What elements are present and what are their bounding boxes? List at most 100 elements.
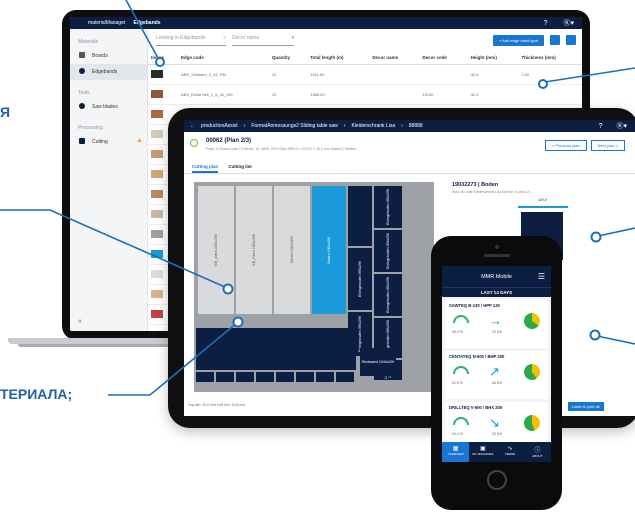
phone-tab-label: OVERVIEW bbox=[447, 452, 464, 456]
cut-piece[interactable]: Einlegeboden 396x296 bbox=[374, 186, 402, 228]
plan-navigation: < Previous plan Next plan > bbox=[544, 140, 625, 151]
hamburger-menu-icon[interactable]: ☰ bbox=[538, 272, 545, 281]
table-cell: 10 bbox=[268, 84, 308, 105]
sidebar-item-label: Edgebands bbox=[92, 69, 118, 75]
phone-tab[interactable]: ▣ MY MACHINES bbox=[469, 442, 496, 462]
cut-piece-label: Einlegeboden 396x296 bbox=[358, 316, 362, 352]
cut-piece[interactable]: Rückwand 1044x100 bbox=[360, 348, 396, 376]
phone-screen: MMR Mobile ☰ LAST 14 DAYS SAWTEQ B-130 /… bbox=[442, 266, 551, 462]
user-menu-icon[interactable]: Ⓚ▾ bbox=[616, 121, 627, 131]
help-icon[interactable]: ? bbox=[544, 20, 548, 27]
breadcrumb: Edgebands bbox=[133, 20, 161, 26]
user-menu-icon[interactable]: Ⓚ▾ bbox=[563, 18, 574, 28]
label-print-button[interactable]: Label & print all bbox=[568, 402, 604, 411]
machine-card[interactable]: SAWTEQ B-130 / HPP 130 65.9 % → 24.5/h bbox=[445, 300, 548, 348]
dimension-label: 429,5 bbox=[538, 198, 547, 202]
back-icon[interactable]: ← bbox=[190, 123, 195, 129]
edgeband-swatch bbox=[151, 210, 163, 218]
previous-plan-button[interactable]: < Previous plan bbox=[544, 140, 587, 151]
phone-tab[interactable]: ▦ OVERVIEW bbox=[442, 442, 470, 462]
gauge-icon bbox=[453, 315, 469, 323]
column-header[interactable]: Decor code bbox=[419, 51, 468, 65]
edgeband-swatch bbox=[151, 230, 163, 238]
phone-tab[interactable]: ∿ TREND bbox=[497, 442, 524, 462]
help-icon[interactable]: ? bbox=[599, 123, 603, 130]
offcut-strip bbox=[256, 372, 274, 382]
cut-piece[interactable]: Einlegeboden 396x296 bbox=[374, 230, 402, 272]
cell-image bbox=[148, 64, 178, 85]
breadcrumb-1[interactable]: FormatAnmessungs2 Sliding table saw bbox=[251, 123, 337, 129]
table-cell bbox=[369, 64, 420, 85]
table-row[interactable]: ABS_Schwarz_2_42_PM 10 1145,00 42,0 2,00 bbox=[148, 64, 582, 85]
column-header[interactable]: Decor name bbox=[369, 51, 420, 65]
status-ok-icon bbox=[190, 139, 198, 147]
sidebar-item-boards[interactable]: Boards bbox=[70, 48, 147, 64]
laptop-sidebar: Materials Boards Edgebands Tools Saw bla… bbox=[70, 29, 148, 331]
cut-piece[interactable]: Deckel 1664x396 bbox=[274, 186, 310, 314]
cutting-board: KB_unten 1664x396 KB_Oben 1664x396 Deckel … bbox=[194, 182, 434, 392]
edgeband-swatch bbox=[151, 290, 163, 298]
next-plan-button[interactable]: Next plan > bbox=[590, 140, 625, 151]
cut-piece[interactable] bbox=[348, 186, 372, 246]
cut-piece[interactable]: KB_Oben 1664x396 bbox=[236, 186, 272, 314]
column-header[interactable]: Edge code bbox=[177, 51, 269, 65]
board-icon bbox=[79, 52, 85, 58]
pie-chart-icon bbox=[524, 415, 540, 431]
machine-card[interactable]: CENTATEQ N-600 / BHP 200 62.5 % ↗ 66.6/h bbox=[445, 351, 548, 399]
phone-title: MMR Mobile bbox=[481, 273, 512, 280]
breadcrumb-0[interactable]: productionAssist bbox=[201, 123, 238, 129]
sidebar-item-saw-blades[interactable]: Saw blades bbox=[70, 99, 147, 115]
info-button[interactable] bbox=[550, 35, 560, 45]
table-row[interactable]: ABS_Eiche hell_1_5_42_HM 10 1380,00 43130 42… bbox=[148, 84, 582, 105]
laptop-topbar: materialManager Edgebands ? Ⓚ▾ bbox=[70, 17, 582, 29]
column-header[interactable]: Thickness (mm) bbox=[518, 51, 582, 65]
tab-cutting-plan[interactable]: Cutting plan bbox=[192, 164, 219, 173]
edgeband-swatch bbox=[151, 130, 163, 138]
column-header[interactable]: Total length (m) bbox=[307, 51, 370, 65]
offcut-strip bbox=[196, 372, 214, 382]
add-edgeband-button[interactable]: + Add edge band type bbox=[492, 34, 544, 46]
table-cell: ABS_Eiche hell_1_5_42_HM bbox=[177, 84, 269, 105]
edgeband-icon bbox=[79, 68, 85, 74]
edgeband-swatch bbox=[151, 170, 163, 178]
search-input[interactable]: Looking in Edgebands ⌕ bbox=[156, 35, 226, 46]
side-text-2: ТЕРИАЛА; bbox=[0, 386, 73, 402]
breadcrumb-2[interactable]: Kleiderschrank Lisa bbox=[351, 123, 395, 129]
settings-button[interactable] bbox=[566, 35, 576, 45]
period-selector[interactable]: LAST 14 DAYS bbox=[442, 287, 551, 297]
cutting-icon bbox=[79, 138, 85, 144]
warning-icon: ▲ bbox=[136, 137, 143, 144]
cut-piece-label: KB_Oben 1664x396 bbox=[252, 234, 256, 266]
cut-piece-label: KB_unten 1664x396 bbox=[214, 234, 218, 266]
gauge-icon bbox=[453, 417, 469, 425]
trend-arrow-icon: → bbox=[489, 313, 502, 328]
chevron-down-icon: ▾ bbox=[291, 34, 294, 41]
offcut-strip bbox=[336, 372, 354, 382]
sidebar-item-label: Boards bbox=[92, 53, 108, 59]
gauge-value: 44.9 % bbox=[452, 432, 463, 436]
cut-piece[interactable]: Boden 1664x396 bbox=[312, 186, 346, 314]
column-header[interactable]: Height (mm) bbox=[467, 51, 519, 65]
cut-piece[interactable] bbox=[196, 328, 356, 370]
phone-tab[interactable]: ⓘ ABOUT bbox=[524, 442, 551, 462]
cut-piece-label: Einlegeboden 396x296 bbox=[386, 189, 390, 225]
trend-icon: ∿ bbox=[507, 446, 513, 452]
collapse-sidebar-icon[interactable]: « bbox=[78, 318, 82, 325]
cut-piece-label: Deckel 1664x396 bbox=[290, 236, 294, 264]
column-header[interactable]: Image bbox=[148, 51, 178, 65]
cut-piece[interactable]: Einlegeboden 396x296 bbox=[348, 248, 372, 310]
cut-piece[interactable]: KB_unten 1664x396 bbox=[198, 186, 234, 314]
gauge-icon bbox=[453, 366, 469, 374]
sidebar-item-edgebands[interactable]: Edgebands bbox=[70, 64, 147, 80]
gauge-value: 65.9 % bbox=[452, 330, 463, 334]
phone-topbar: MMR Mobile ☰ bbox=[442, 266, 551, 287]
decor-select[interactable]: Decor name ▾ bbox=[232, 35, 294, 46]
tab-cutting-list[interactable]: Cutting list bbox=[228, 164, 252, 173]
edgeband-swatch bbox=[151, 310, 163, 318]
breadcrumb-3: 88888 bbox=[408, 123, 423, 129]
cut-piece[interactable]: Einlegeboden 396x296 bbox=[374, 274, 402, 316]
sidebar-item-cutting[interactable]: Cutting ▲ bbox=[70, 134, 147, 150]
table-cell: 1145,00 bbox=[307, 64, 370, 85]
edgeband-swatch bbox=[151, 110, 163, 118]
column-header[interactable]: Quantity bbox=[268, 51, 308, 65]
